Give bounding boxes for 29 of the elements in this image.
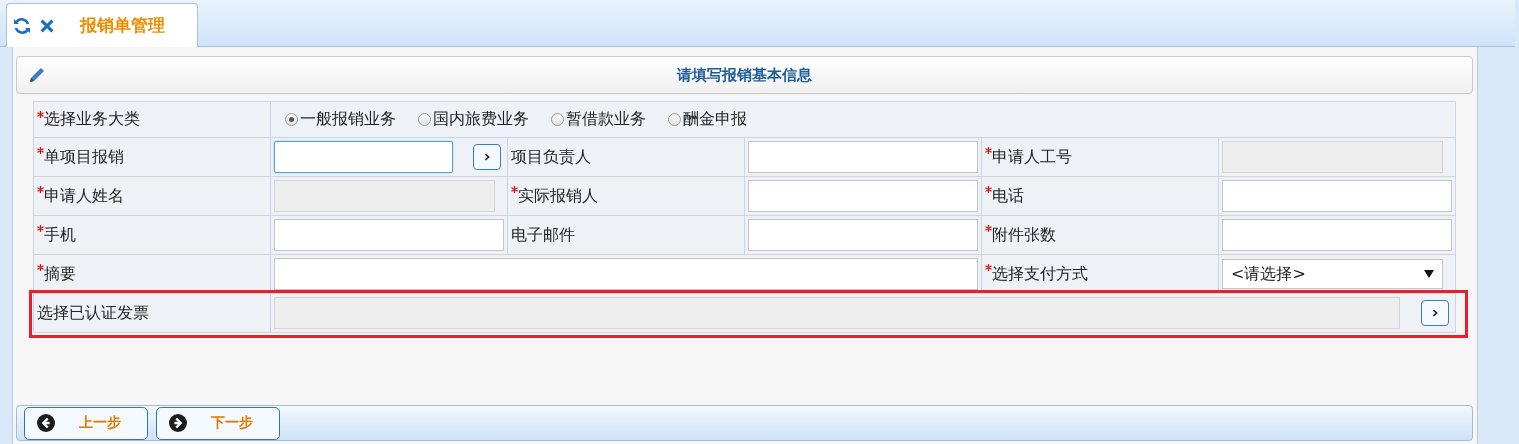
select-field[interactable]: <请选择> [1222,259,1443,289]
field-label: 单项目报销 [44,146,124,168]
field-label: 电话 [992,185,1024,207]
lookup-button[interactable] [473,144,501,170]
field-label: 项目负责人 [511,146,591,168]
chevron-right-icon [483,152,491,162]
field-label: 附件张数 [992,224,1056,246]
field-label: 摘要 [44,263,76,285]
panel-title: 请填写报销基本信息 [677,65,812,85]
field-label: 选择业务大类 [44,109,140,130]
radio-option[interactable]: 一般报销业务 [285,109,396,130]
input-field[interactable] [274,141,453,173]
radio-option[interactable]: 暂借款业务 [551,109,646,130]
chevron-right-icon [1431,308,1439,318]
refresh-icon[interactable] [12,15,32,36]
dropdown-arrow-icon [1424,270,1434,278]
pencil-icon [27,65,47,85]
field-label: 电子邮件 [511,224,575,246]
field-label: 实际报销人 [518,185,598,207]
field-label: 申请人姓名 [44,185,124,207]
arrow-right-icon [169,414,187,432]
arrow-left-icon [37,414,55,432]
lookup-button[interactable] [1421,300,1449,326]
radio-option[interactable]: 酬金申报 [668,109,747,130]
field-label: 选择支付方式 [992,263,1088,285]
field-label: 申请人工号 [992,146,1072,168]
field-label: 手机 [44,224,76,246]
field-label: 选择已认证发票 [37,302,149,324]
radio-option[interactable]: 国内旅费业务 [418,109,529,130]
